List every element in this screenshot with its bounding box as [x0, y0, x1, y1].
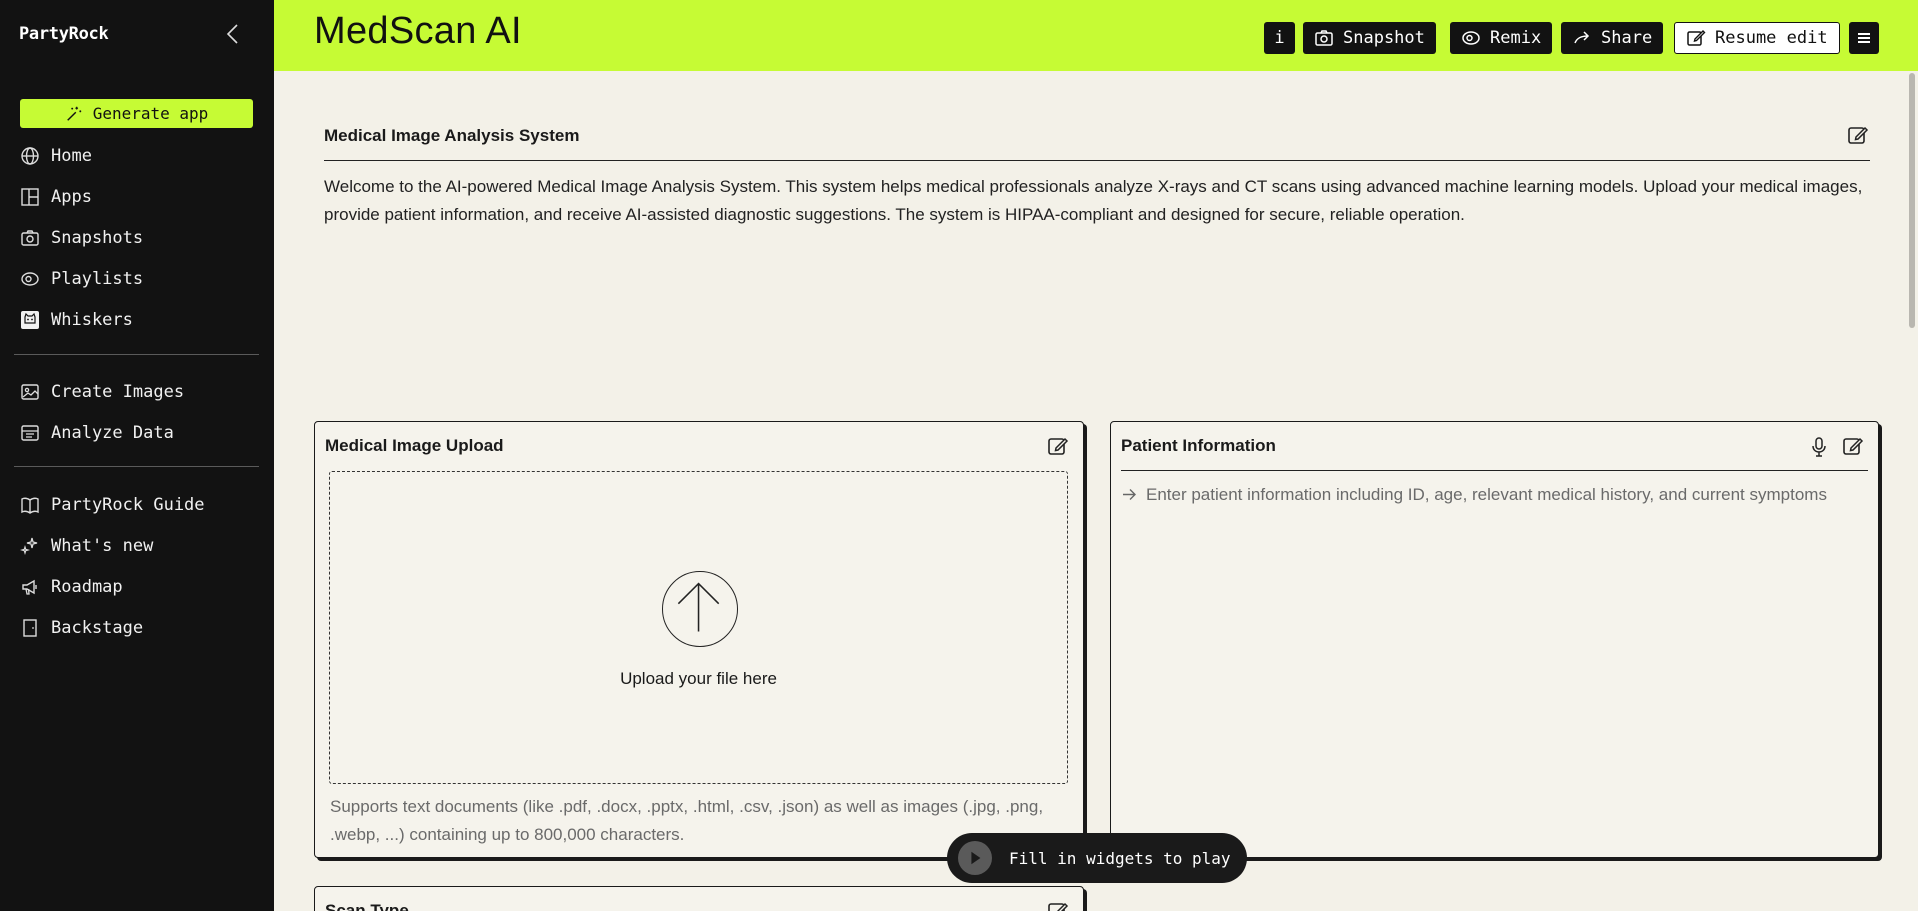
microphone-icon[interactable] [1809, 436, 1829, 458]
sidebar-item-label: Apps [51, 186, 92, 207]
sidebar-item-roadmap[interactable]: Roadmap [0, 566, 274, 607]
nav-top: Home Apps Snapshots Playlists Whiskers [0, 135, 274, 340]
globe-icon [21, 146, 39, 165]
file-dropzone[interactable]: Upload your file here [329, 471, 1068, 784]
play-icon [958, 841, 992, 875]
sidebar-item-label: Backstage [51, 617, 144, 638]
sidebar-item-apps[interactable]: Apps [0, 176, 274, 217]
nav-mid: Create Images Analyze Data [0, 371, 274, 453]
sparkle-icon [20, 537, 38, 555]
generate-app-label: Generate app [92, 104, 209, 123]
sidebar-item-label: Snapshots [51, 227, 144, 248]
upload-arrow-icon [662, 571, 738, 647]
sidebar-item-backstage[interactable]: Backstage [0, 607, 274, 648]
playlist-icon [21, 271, 39, 286]
sidebar-item-label: Create Images [51, 381, 185, 402]
play-button[interactable]: Fill in widgets to play [947, 833, 1247, 883]
hamburger-menu-icon [1858, 33, 1870, 43]
upload-title: Medical Image Upload [325, 436, 504, 455]
sidebar-item-label: What's new [51, 535, 154, 556]
door-icon [23, 618, 37, 637]
app-header: MedScan AI i Snapshot Remix Share Resume… [274, 0, 1918, 71]
share-arrow-icon [1574, 31, 1590, 44]
share-button[interactable]: Share [1561, 22, 1664, 54]
image-icon [21, 383, 39, 400]
resume-edit-label: Resume edit [1715, 28, 1828, 48]
intro-title: Medical Image Analysis System [324, 126, 580, 145]
snapshot-label: Snapshot [1343, 28, 1425, 48]
remix-button[interactable]: Remix [1450, 22, 1553, 54]
sidebar-item-label: Whiskers [51, 309, 133, 330]
snapshot-button[interactable]: Snapshot [1303, 22, 1436, 54]
megaphone-icon [22, 579, 37, 595]
book-icon [21, 497, 39, 514]
sidebar-item-create-images[interactable]: Create Images [0, 371, 274, 412]
resume-edit-button[interactable]: Resume edit [1674, 22, 1840, 54]
edit-icon[interactable] [1046, 899, 1070, 911]
nav-bottom: PartyRock Guide What's new Roadmap Backs… [0, 484, 274, 648]
patient-info-input[interactable]: Enter patient information including ID, … [1121, 484, 1861, 506]
camera-icon [21, 229, 39, 246]
sidebar-item-whiskers[interactable]: Whiskers [0, 299, 274, 340]
intro-divider [324, 160, 1870, 161]
pencil-square-icon [1687, 30, 1706, 46]
app-title: MedScan AI [314, 10, 522, 52]
data-icon [21, 424, 39, 441]
page-scrollbar[interactable] [1907, 71, 1918, 911]
edit-icon[interactable] [1846, 123, 1870, 147]
patient-title: Patient Information [1121, 436, 1276, 455]
remix-label: Remix [1490, 28, 1542, 48]
sidebar-item-whats-new[interactable]: What's new [0, 525, 274, 566]
sidebar-item-label: Roadmap [51, 576, 123, 597]
medical-image-upload-widget: Medical Image Upload Upload your file he… [314, 421, 1084, 858]
layout-icon [21, 187, 39, 206]
sidebar-item-partyrock-guide[interactable]: PartyRock Guide [0, 484, 274, 525]
brand-logo[interactable]: PartyRock [19, 24, 109, 44]
intro-body: Welcome to the AI-powered Medical Image … [324, 177, 1863, 224]
scan-type-title: Scan Type [325, 901, 409, 911]
sidebar-item-snapshots[interactable]: Snapshots [0, 217, 274, 258]
generate-app-button[interactable]: Generate app [20, 99, 253, 128]
sidebar: PartyRock Generate app Home Apps Snapsho… [0, 0, 274, 911]
sidebar-item-label: Playlists [51, 268, 144, 289]
edit-icon[interactable] [1046, 434, 1070, 458]
sidebar-item-label: PartyRock Guide [51, 494, 205, 515]
sidebar-divider [14, 354, 259, 355]
arrow-right-icon [1123, 489, 1136, 500]
info-label: i [1274, 28, 1285, 48]
scrollbar-thumb[interactable] [1909, 73, 1915, 328]
sidebar-item-label: Home [51, 145, 92, 166]
camera-icon [1315, 30, 1333, 46]
share-label: Share [1601, 28, 1653, 48]
upload-prompt: Upload your file here [620, 669, 777, 688]
play-label: Fill in widgets to play [1009, 848, 1231, 868]
patient-information-widget: Patient Information Enter patient inform… [1110, 421, 1879, 858]
remix-icon [1462, 31, 1480, 45]
menu-button[interactable] [1849, 22, 1879, 54]
patient-info-placeholder: Enter patient information including ID, … [1146, 485, 1827, 504]
scan-type-widget: Scan Type [314, 886, 1084, 911]
cat-icon [21, 310, 39, 329]
upload-supported-formats: Supports text documents (like .pdf, .doc… [330, 797, 1044, 844]
sidebar-item-playlists[interactable]: Playlists [0, 258, 274, 299]
magic-wand-icon [66, 106, 81, 121]
sidebar-item-label: Analyze Data [51, 422, 174, 443]
sidebar-item-home[interactable]: Home [0, 135, 274, 176]
sidebar-item-analyze-data[interactable]: Analyze Data [0, 412, 274, 453]
info-button[interactable]: i [1264, 22, 1295, 54]
edit-icon[interactable] [1841, 434, 1865, 458]
patient-divider [1121, 470, 1868, 471]
collapse-sidebar-icon[interactable] [222, 22, 244, 46]
sidebar-divider [14, 466, 259, 467]
